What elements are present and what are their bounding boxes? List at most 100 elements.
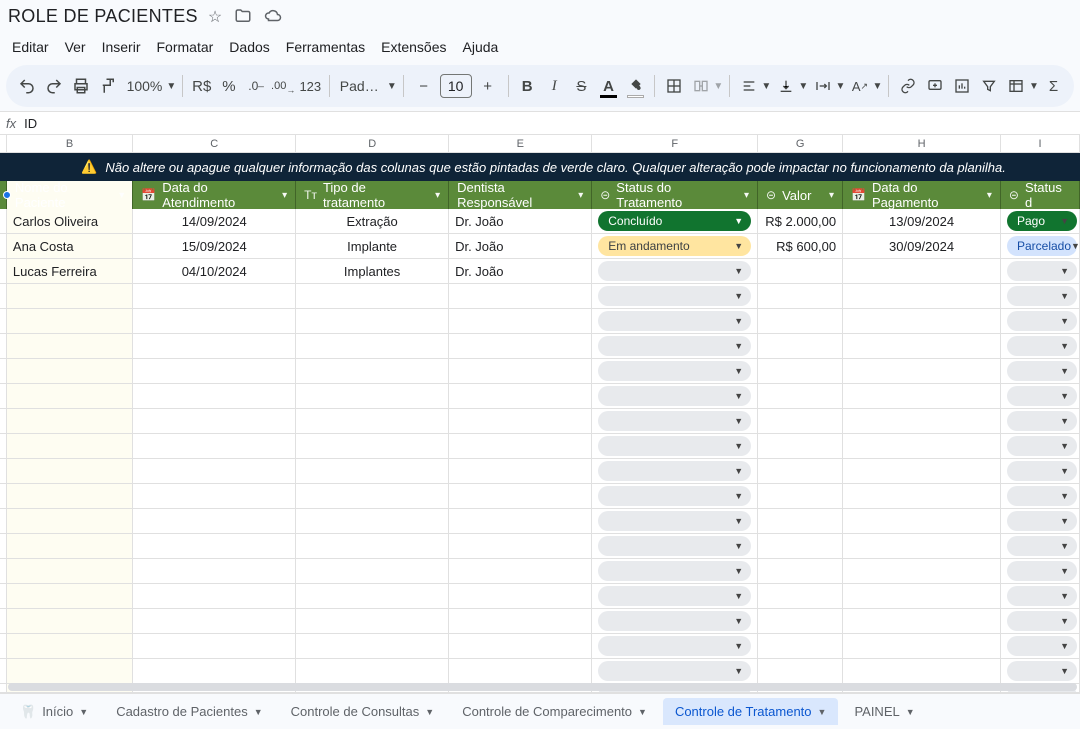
format-number-button[interactable]: 123 [298,72,323,100]
cell[interactable] [449,609,592,633]
status-pill[interactable]: ▼ [598,336,751,356]
status-pill[interactable]: ▼ [598,611,751,631]
sheet-tab-painel[interactable]: PAINEL▼ [842,698,926,725]
sheet-tab-início[interactable]: 🦷Início▼ [8,698,100,726]
header-data-atendimento[interactable]: 📅Data do Atendimento▾ [133,181,296,209]
column-header[interactable]: D [296,135,449,152]
cell[interactable] [7,509,133,533]
cell[interactable] [296,659,449,683]
status-pill[interactable]: ▼ [598,411,751,431]
cell[interactable] [296,309,449,333]
print-button[interactable] [68,72,93,100]
cell-nome[interactable]: Carlos Oliveira [7,209,133,233]
table-row[interactable]: ▼▼ [0,434,1080,459]
cell[interactable]: ▼ [1001,584,1080,608]
status-pill[interactable]: ▼ [598,636,751,656]
table-row[interactable]: ▼▼ [0,509,1080,534]
table-view-button[interactable] [1004,72,1029,100]
cell[interactable]: ▼ [592,309,758,333]
cell[interactable] [843,634,1001,658]
redo-button[interactable] [41,72,66,100]
column-header[interactable]: B [7,135,133,152]
spreadsheet-grid[interactable]: B C D E F G H I ⚠️ Não altere ou apague … [0,135,1080,693]
column-header[interactable]: I [1001,135,1080,152]
status-pill[interactable]: ▼ [598,361,751,381]
cell-valor[interactable]: R$ 600,00 [758,234,843,258]
undo-button[interactable] [14,72,39,100]
cell[interactable] [843,384,1001,408]
cell-data-atend[interactable]: 04/10/2024 [133,259,296,283]
cell[interactable] [7,459,133,483]
cell[interactable] [449,509,592,533]
insert-comment-button[interactable] [922,72,947,100]
cell-tipo[interactable]: Extração [296,209,449,233]
star-icon[interactable]: ☆ [208,7,222,27]
cell[interactable] [133,634,296,658]
table-row[interactable]: Carlos Oliveira14/09/2024ExtraçãoDr. Joã… [0,209,1080,234]
cell[interactable] [7,384,133,408]
selection-handle[interactable] [3,191,11,199]
cell[interactable] [843,659,1001,683]
cell-data-atend[interactable]: 14/09/2024 [133,209,296,233]
cell[interactable] [7,434,133,458]
cell[interactable] [296,634,449,658]
cell[interactable] [843,334,1001,358]
cell[interactable]: ▼ [592,384,758,408]
menu-editar[interactable]: Editar [4,35,57,59]
column-header[interactable]: F [592,135,758,152]
cell[interactable] [843,409,1001,433]
cell[interactable] [133,359,296,383]
cell[interactable]: ▼ [1001,459,1080,483]
cell-pag-status[interactable]: ▼ [1001,259,1080,283]
cell[interactable] [449,434,592,458]
cell[interactable]: ▼ [592,334,758,358]
cell[interactable] [758,309,843,333]
cell[interactable] [7,609,133,633]
filter-button[interactable] [977,72,1002,100]
status-pill[interactable]: ▼ [1007,411,1077,431]
cell[interactable] [133,384,296,408]
cell[interactable] [843,509,1001,533]
cell[interactable]: ▼ [1001,359,1080,383]
status-pill[interactable]: ▼ [598,561,751,581]
header-data-pagamento[interactable]: 📅Data do Pagamento▾ [843,181,1001,209]
cell[interactable] [449,384,592,408]
cell[interactable] [296,334,449,358]
cell-data-atend[interactable]: 15/09/2024 [133,234,296,258]
cell-valor[interactable]: R$ 2.000,00 [758,209,843,233]
cell[interactable] [133,284,296,308]
cell[interactable] [758,509,843,533]
cell[interactable] [449,359,592,383]
cell[interactable]: ▼ [592,559,758,583]
cell[interactable] [7,359,133,383]
cell[interactable]: ▼ [592,359,758,383]
italic-button[interactable]: I [542,72,567,100]
table-row[interactable]: ▼▼ [0,384,1080,409]
cell[interactable]: ▼ [592,434,758,458]
cell[interactable]: ▼ [592,484,758,508]
cell[interactable] [843,534,1001,558]
document-title[interactable]: ROLE DE PACIENTES [8,6,198,27]
menu-extensões[interactable]: Extensões [373,35,454,59]
status-pill[interactable]: ▼ [598,436,751,456]
text-color-button[interactable]: A [596,72,621,100]
cell[interactable]: ▼ [592,409,758,433]
cell[interactable] [7,634,133,658]
decrease-font-button[interactable]: − [410,72,438,100]
cell[interactable] [296,559,449,583]
cell-status[interactable]: Concluído▼ [592,209,758,233]
header-tipo[interactable]: TᴛTipo de tratamento▾ [296,181,449,209]
cell[interactable] [133,484,296,508]
cell[interactable] [449,584,592,608]
cell[interactable] [296,359,449,383]
header-status[interactable]: ⊝Status do Tratamento▾ [592,181,758,209]
menu-dados[interactable]: Dados [221,35,277,59]
status-pill[interactable]: ▼ [1007,386,1077,406]
cell[interactable] [296,534,449,558]
cell[interactable] [7,334,133,358]
text-wrap-button[interactable] [810,72,835,100]
cell[interactable] [7,484,133,508]
cell[interactable] [843,459,1001,483]
fill-color-button[interactable] [623,72,648,100]
cell[interactable] [843,434,1001,458]
